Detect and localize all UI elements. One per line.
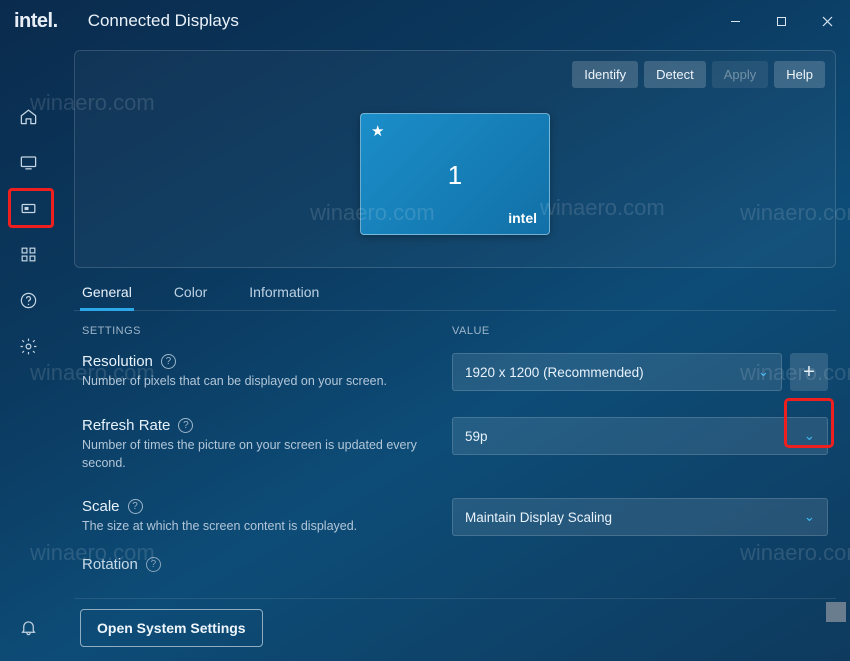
maximize-button[interactable] <box>758 5 804 37</box>
sidebar-item-notifications[interactable] <box>14 613 42 641</box>
sidebar-item-settings[interactable] <box>14 332 42 360</box>
display-tile-1[interactable]: ★ 1 intel <box>360 113 550 235</box>
chevron-down-icon: ⌄ <box>758 364 769 380</box>
window-controls <box>712 5 850 37</box>
sidebar-item-help[interactable] <box>14 286 42 314</box>
setting-rotation: Rotation ? <box>78 552 832 573</box>
scale-label: Scale <box>82 498 120 515</box>
tab-information[interactable]: Information <box>249 284 319 310</box>
connected-displays-panel: Identify Detect Apply Help ★ 1 intel <box>74 50 836 268</box>
question-icon <box>19 291 38 310</box>
scrollbar-thumb[interactable] <box>826 602 846 622</box>
chevron-down-icon: ⌄ <box>804 428 815 444</box>
page-title: Connected Displays <box>88 11 239 31</box>
panel-action-bar: Identify Detect Apply Help <box>572 61 825 88</box>
help-button[interactable]: Help <box>774 61 825 88</box>
sidebar <box>0 42 56 661</box>
video-icon <box>19 199 38 218</box>
setting-refresh-rate: Refresh Rate ? Number of times the pictu… <box>78 407 832 488</box>
open-system-settings-button[interactable]: Open System Settings <box>80 609 263 647</box>
detect-button[interactable]: Detect <box>644 61 706 88</box>
refresh-rate-label: Refresh Rate <box>82 417 170 434</box>
bell-icon <box>19 618 38 637</box>
refresh-rate-dropdown[interactable]: 59p ⌄ <box>452 417 828 455</box>
star-icon: ★ <box>371 122 384 140</box>
sidebar-item-apps[interactable] <box>14 240 42 268</box>
monitor-icon <box>19 153 38 172</box>
refresh-rate-value: 59p <box>465 429 488 444</box>
settings-tabs: General Color Information <box>74 268 836 311</box>
gear-icon <box>19 337 38 356</box>
bottom-bar: Open System Settings <box>74 598 836 649</box>
tab-color[interactable]: Color <box>174 284 207 310</box>
sidebar-item-video[interactable] <box>14 194 42 222</box>
resolution-dropdown[interactable]: 1920 x 1200 (Recommended) ⌄ <box>452 353 782 391</box>
display-number: 1 <box>361 160 549 191</box>
refresh-rate-desc: Number of times the picture on your scre… <box>82 437 422 472</box>
identify-button[interactable]: Identify <box>572 61 638 88</box>
sidebar-item-home[interactable] <box>14 102 42 130</box>
resolution-label: Resolution <box>82 353 153 370</box>
help-icon[interactable]: ? <box>161 354 176 369</box>
tab-general[interactable]: General <box>82 284 132 310</box>
help-icon[interactable]: ? <box>128 499 143 514</box>
setting-resolution: Resolution ? Number of pixels that can b… <box>78 343 832 407</box>
resolution-desc: Number of pixels that can be displayed o… <box>82 373 422 391</box>
main-content: Identify Detect Apply Help ★ 1 intel Gen… <box>56 42 850 661</box>
close-button[interactable] <box>804 5 850 37</box>
settings-list: Resolution ? Number of pixels that can b… <box>74 343 836 573</box>
home-icon <box>19 107 38 126</box>
setting-scale: Scale ? The size at which the screen con… <box>78 488 832 552</box>
chevron-down-icon: ⌄ <box>804 509 815 525</box>
app-body: Identify Detect Apply Help ★ 1 intel Gen… <box>0 42 850 661</box>
apply-button[interactable]: Apply <box>712 61 769 88</box>
titlebar: intel. Connected Displays <box>0 0 850 42</box>
columns-header: SETTINGS VALUE <box>74 325 836 337</box>
app-window: intel. Connected Displays <box>0 0 850 661</box>
rotation-label: Rotation <box>82 556 138 573</box>
brand-logo: intel. <box>14 10 58 33</box>
plus-icon: + <box>803 361 815 384</box>
help-icon[interactable]: ? <box>146 557 161 572</box>
column-header-value: VALUE <box>452 325 828 337</box>
display-brand: intel <box>508 210 537 226</box>
resolution-value: 1920 x 1200 (Recommended) <box>465 365 644 380</box>
scale-dropdown[interactable]: Maintain Display Scaling ⌄ <box>452 498 828 536</box>
sidebar-item-display[interactable] <box>14 148 42 176</box>
add-resolution-button[interactable]: + <box>790 353 828 391</box>
scale-value: Maintain Display Scaling <box>465 510 612 525</box>
help-icon[interactable]: ? <box>178 418 193 433</box>
grid-icon <box>19 245 38 264</box>
scale-desc: The size at which the screen content is … <box>82 518 422 536</box>
column-header-settings: SETTINGS <box>82 325 452 337</box>
minimize-button[interactable] <box>712 5 758 37</box>
